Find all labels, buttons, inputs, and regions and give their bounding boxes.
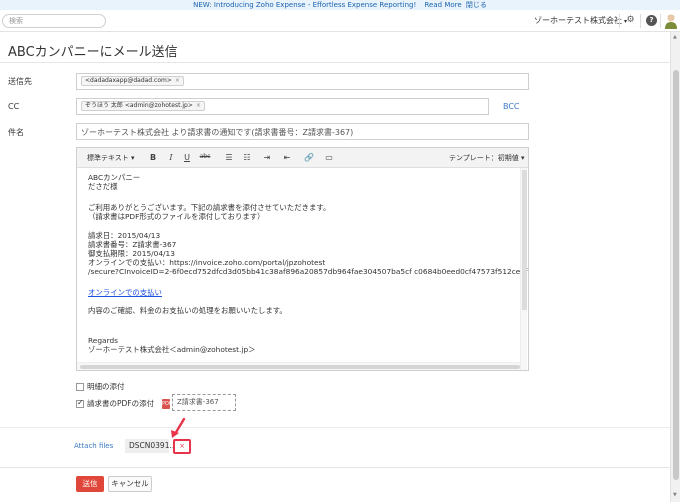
- online-payment-link[interactable]: オンラインでの支払い: [88, 288, 162, 297]
- cc-recipient: ぞうほう 太郎 <admin@zohotest.jp>: [85, 102, 193, 109]
- cancel-button[interactable]: キャンセル: [108, 476, 152, 492]
- read-more-link[interactable]: Read More: [425, 1, 462, 9]
- editor-body[interactable]: ABCカンパニー ださだ様 ご利用ありがとうございます。下記の請求書を添付させて…: [77, 168, 528, 370]
- attach-pdf-row[interactable]: 請求書のPDFの添付: [76, 398, 154, 409]
- organization-switcher[interactable]: ゾーホーテスト株式会社 ▾: [534, 15, 627, 26]
- cc-chip[interactable]: ぞうほう 太郎 <admin@zohotest.jp> ×: [81, 101, 205, 111]
- subject-input[interactable]: ゾーホーテスト株式会社 より請求書の通知です(請求書番号：Z請求書-367): [76, 123, 529, 140]
- remove-attachment-button[interactable]: ×: [173, 439, 191, 454]
- editor-vertical-scrollbar[interactable]: [520, 168, 527, 370]
- divider: [0, 427, 670, 428]
- subject-value: ゾーホーテスト株式会社 より請求書の通知です(請求書番号：Z請求書-367): [81, 128, 354, 137]
- numbered-list-icon[interactable]: ☷: [241, 153, 253, 162]
- scrollbar-thumb[interactable]: [80, 365, 520, 369]
- outdent-icon[interactable]: ⇤: [281, 153, 293, 162]
- body-line: 請求日：2015/04/13: [88, 231, 161, 240]
- bcc-link[interactable]: BCC: [503, 102, 520, 111]
- scrollbar-thumb[interactable]: [673, 70, 679, 480]
- attach-pdf-checkbox[interactable]: [76, 398, 84, 408]
- recipient-email: <dadadaxapp@dadad.com>: [85, 77, 172, 84]
- cc-label: CC: [8, 102, 20, 111]
- gear-icon[interactable]: ⚙: [625, 15, 636, 26]
- template-dropdown[interactable]: テンプレート：初期値 ▾: [449, 153, 525, 163]
- to-field[interactable]: <dadadaxapp@dadad.com> ×: [76, 73, 529, 90]
- scroll-down-icon[interactable]: ▼: [673, 492, 677, 498]
- format-dropdown[interactable]: 標準テキスト ▾: [87, 153, 135, 163]
- scrollbar-thumb[interactable]: [522, 170, 527, 310]
- divider: [0, 467, 670, 468]
- template-label: テンプレート：初期値: [449, 154, 519, 162]
- to-label: 送信先: [8, 77, 32, 86]
- help-icon[interactable]: ?: [646, 15, 657, 26]
- body-line: 請求書番号：Z請求書-367: [88, 240, 177, 249]
- close-announcement-link[interactable]: 閉じる: [466, 1, 487, 9]
- pdf-icon: PDF: [162, 399, 172, 409]
- attach-statement-label: 明細の添付: [87, 382, 125, 391]
- body-line: ご利用ありがとうございます。下記の請求書を添付させていただきます。: [88, 203, 331, 212]
- attach-statement-row[interactable]: 明細の添付: [76, 381, 125, 392]
- remove-cc-icon[interactable]: ×: [196, 102, 201, 109]
- editor-horizontal-scrollbar[interactable]: [77, 362, 520, 370]
- message-editor[interactable]: 標準テキスト ▾ B I U abc ☰ ☷ ⇥ ⇤ 🔗 ▭ テンプレート：初期…: [76, 147, 529, 371]
- attach-files-label: Attach files: [74, 442, 114, 450]
- subject-label: 件名: [8, 128, 24, 137]
- header-divider: [660, 14, 661, 28]
- attached-file[interactable]: DSCN0391...: [125, 439, 177, 453]
- editor-toolbar: 標準テキスト ▾ B I U abc ☰ ☷ ⇥ ⇤ 🔗 ▭ テンプレート：初期…: [77, 148, 528, 168]
- organization-name: ゾーホーテスト株式会社: [534, 16, 622, 25]
- attach-statement-checkbox[interactable]: [76, 383, 84, 391]
- divider: [0, 62, 670, 63]
- image-icon[interactable]: ▭: [323, 153, 335, 162]
- recipient-chip[interactable]: <dadadaxapp@dadad.com> ×: [81, 76, 184, 86]
- avatar[interactable]: [664, 13, 678, 29]
- attach-pdf-label: 請求書のPDFの添付: [87, 399, 155, 408]
- format-label: 標準テキスト: [87, 154, 129, 162]
- send-button[interactable]: 送信: [76, 476, 104, 492]
- strikethrough-icon[interactable]: abc: [199, 153, 211, 160]
- body-line: ゾーホーテスト株式会社＜admin@zohotest.jp＞: [88, 345, 256, 354]
- search-input[interactable]: 検索: [2, 14, 106, 28]
- top-header: 検索 ゾーホーテスト株式会社 ▾ ⚙ ?: [0, 10, 680, 32]
- italic-icon[interactable]: I: [165, 153, 177, 162]
- body-line: 御支払期限：2015/04/13: [88, 249, 175, 258]
- bold-icon[interactable]: B: [147, 153, 159, 162]
- highlight-arrow-icon: [171, 418, 186, 438]
- cc-field[interactable]: ぞうほう 太郎 <admin@zohotest.jp> ×: [76, 98, 489, 115]
- body-line: /secure?CInvoiceID=2-6f0ecd752dfcd3d05bb…: [88, 267, 528, 276]
- announcement-bar: NEW: Introducing Zoho Expense - Effortle…: [0, 0, 680, 10]
- body-line: ださだ様: [88, 182, 118, 191]
- link-icon[interactable]: 🔗: [303, 153, 315, 162]
- announcement-text: NEW: Introducing Zoho Expense - Effortle…: [193, 1, 417, 9]
- body-line: （請求書はPDF形式のファイルを添付しております）: [88, 212, 265, 221]
- body-line: Regards: [88, 336, 119, 345]
- underline-icon[interactable]: U: [181, 153, 193, 162]
- page-scrollbar[interactable]: ▲ ▼: [670, 32, 680, 502]
- body-line: ABCカンパニー: [88, 173, 141, 182]
- remove-recipient-icon[interactable]: ×: [175, 77, 180, 84]
- bullet-list-icon[interactable]: ☰: [223, 153, 235, 162]
- header-divider: [640, 14, 641, 28]
- pdf-attachment[interactable]: Z請求書-367: [172, 394, 236, 411]
- body-line: 内容のご確認、料金のお支払いの処理をお願いいたします。: [88, 306, 287, 315]
- page-title: ABCカンパニーにメール送信: [8, 45, 178, 60]
- body-line: オンラインでの支払い：https://invoice.zoho.com/port…: [88, 258, 326, 267]
- header-divider: [619, 14, 620, 28]
- indent-icon[interactable]: ⇥: [261, 153, 273, 162]
- scroll-up-icon[interactable]: ▲: [673, 34, 677, 40]
